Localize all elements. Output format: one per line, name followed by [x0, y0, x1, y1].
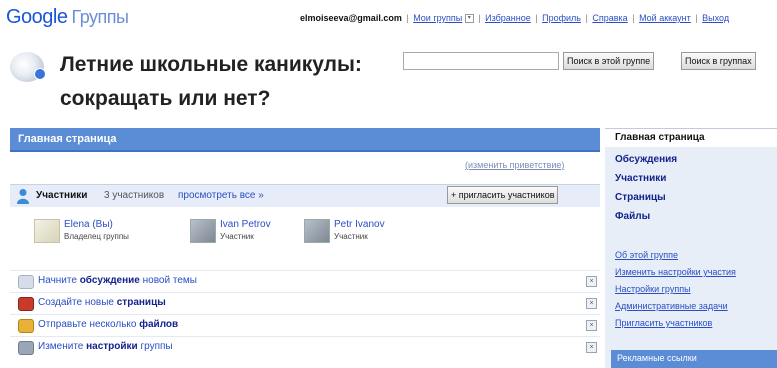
- google-groups-logo[interactable]: Google Группы: [6, 6, 129, 29]
- main-tab-label: Главная страница: [18, 133, 117, 145]
- top-bar: Google Группы elmoiseeva@gmail.com | Мои …: [0, 0, 777, 42]
- task-label[interactable]: Начните обсуждение новой темы: [38, 275, 197, 286]
- member-name[interactable]: Ivan Petrov: [220, 219, 271, 230]
- members-label: Участники: [36, 190, 88, 201]
- avatar: [34, 219, 60, 243]
- logo-google: Google: [6, 6, 68, 28]
- search-input[interactable]: [403, 52, 559, 70]
- sidebar-link-group-settings[interactable]: Настройки группы: [615, 284, 691, 294]
- sidebar-current-label: Главная страница: [615, 132, 705, 143]
- user-email: elmoiseeva@gmail.com: [300, 13, 402, 23]
- link-signout[interactable]: Выход: [702, 13, 729, 23]
- sidebar-item-pages[interactable]: Страницы: [615, 192, 666, 203]
- close-icon[interactable]: ×: [586, 342, 597, 353]
- member-role: Участник: [220, 232, 254, 241]
- members-count: 3 участников: [104, 190, 165, 201]
- members-bar: Участники 3 участников просмотреть все »…: [10, 184, 600, 207]
- discussion-icon: [18, 275, 34, 289]
- edit-welcome-link[interactable]: (изменить приветствие): [465, 160, 564, 170]
- link-my-account[interactable]: Мой аккаунт: [639, 13, 691, 23]
- dropdown-arrow-icon[interactable]: ▾: [464, 14, 474, 24]
- task-start-discussion[interactable]: Начните обсуждение новой темы ×: [10, 270, 600, 291]
- avatar: [190, 219, 216, 243]
- pages-icon: [18, 297, 34, 311]
- close-icon[interactable]: ×: [586, 320, 597, 331]
- invite-members-button[interactable]: + пригласить участников: [447, 186, 559, 204]
- sidebar: Главная страница Обсуждения Участники Ст…: [605, 128, 777, 368]
- folder-icon: [18, 319, 34, 333]
- group-title-line2: сокращать или нет?: [60, 87, 271, 110]
- task-label[interactable]: Создайте новые страницы: [38, 297, 166, 308]
- task-create-pages[interactable]: Создайте новые страницы ×: [10, 292, 600, 313]
- sponsored-links-label: Рекламные ссылки: [617, 353, 697, 363]
- link-profile[interactable]: Профиль: [542, 13, 581, 23]
- link-help[interactable]: Справка: [592, 13, 627, 23]
- view-all-members-link[interactable]: просмотреть все »: [178, 190, 264, 201]
- member-name[interactable]: Elena (Вы): [64, 219, 113, 230]
- logo-groups: Группы: [71, 7, 129, 27]
- member-role: Участник: [334, 232, 368, 241]
- close-icon[interactable]: ×: [586, 298, 597, 309]
- close-icon[interactable]: ×: [586, 276, 597, 287]
- avatar: [304, 219, 330, 243]
- sidebar-item-members[interactable]: Участники: [615, 173, 666, 184]
- sidebar-item-discussions[interactable]: Обсуждения: [615, 154, 677, 165]
- settings-icon: [18, 341, 34, 355]
- sponsored-links-header: Рекламные ссылки: [611, 350, 777, 368]
- sidebar-link-invite[interactable]: Пригласить участников: [615, 318, 712, 328]
- sidebar-current: Главная страница: [605, 128, 777, 147]
- member-role: Владелец группы: [64, 232, 129, 241]
- account-links: elmoiseeva@gmail.com | Мои группы ▾ | Из…: [300, 13, 730, 24]
- link-my-groups[interactable]: Мои группы: [413, 13, 462, 23]
- task-label[interactable]: Измените настройки группы: [38, 341, 173, 352]
- task-change-settings[interactable]: Измените настройки группы ×: [10, 336, 600, 357]
- sidebar-link-admin-tasks[interactable]: Административные задачи: [615, 301, 728, 311]
- member-name[interactable]: Petr Ivanov: [334, 219, 385, 230]
- group-title-line1: Летние школьные каникулы:: [60, 53, 362, 76]
- link-favorites[interactable]: Избранное: [485, 13, 531, 23]
- sidebar-item-files[interactable]: Файлы: [615, 211, 650, 222]
- sidebar-link-membership[interactable]: Изменить настройки участия: [615, 267, 736, 277]
- task-label[interactable]: Отправьте несколько файлов: [38, 319, 178, 330]
- search-groups-button[interactable]: Поиск в группах: [681, 52, 756, 70]
- main-tab: Главная страница: [10, 128, 600, 152]
- task-upload-files[interactable]: Отправьте несколько файлов ×: [10, 314, 600, 335]
- group-icon: [10, 52, 46, 82]
- user-icon: [17, 189, 29, 204]
- group-title: Летние школьные каникулы: сокращать или …: [60, 48, 400, 116]
- sidebar-link-about[interactable]: Об этой группе: [615, 250, 678, 260]
- search-this-group-button[interactable]: Поиск в этой группе: [563, 52, 655, 70]
